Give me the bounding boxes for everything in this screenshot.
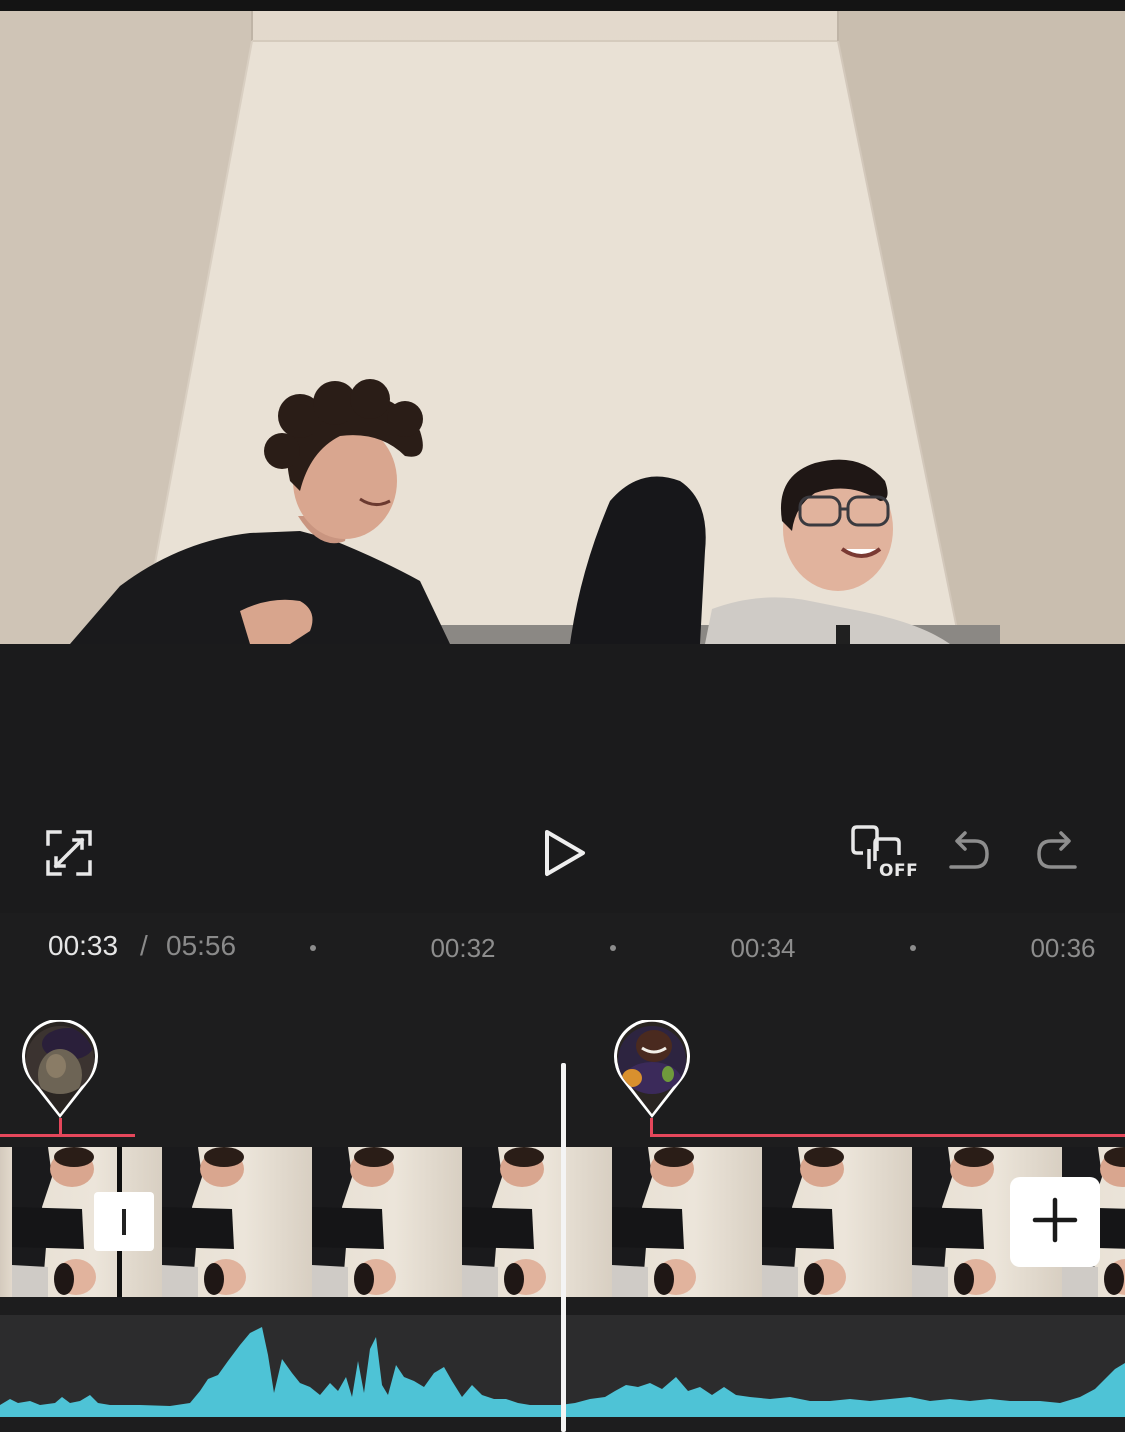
ruler-dot	[610, 945, 616, 951]
plus-icon	[1032, 1197, 1078, 1248]
redo-button[interactable]	[1028, 820, 1088, 886]
transition-button[interactable]	[94, 1192, 154, 1251]
undo-icon	[945, 831, 991, 875]
ruler-tick-label: 00:34	[730, 933, 796, 963]
keyframe-off-icon: OFF	[845, 823, 919, 883]
overlay-clip-range	[0, 1134, 135, 1137]
keyframe-off-label: OFF	[879, 861, 919, 881]
ruler-tick-label: 00:36	[1030, 933, 1096, 963]
keyframe-off-button[interactable]: OFF	[838, 820, 922, 886]
video-frame-thumbnail	[0, 1147, 12, 1297]
total-time: 05:56	[166, 930, 237, 961]
play-icon	[543, 828, 587, 878]
overlay-clip-marker[interactable]	[20, 1018, 100, 1120]
current-time: 00:33	[48, 930, 119, 961]
overlay-clip-marker[interactable]	[612, 1018, 692, 1120]
fullscreen-button[interactable]	[38, 822, 100, 884]
video-frame-thumbnail	[162, 1147, 312, 1297]
status-bar-strip	[0, 0, 1125, 11]
overlay-clip-range-tick	[59, 1118, 62, 1136]
time-separator: /	[140, 930, 148, 961]
play-button[interactable]	[530, 820, 600, 886]
video-frame-image	[0, 11, 1125, 644]
video-frame-thumbnail	[612, 1147, 762, 1297]
video-preview[interactable]	[0, 11, 1125, 644]
add-clip-button[interactable]	[1010, 1177, 1100, 1267]
overlay-clip-range-tick	[650, 1118, 653, 1136]
transition-icon	[122, 1208, 126, 1235]
video-frame-thumbnail	[762, 1147, 912, 1297]
video-frame-thumbnail	[462, 1147, 612, 1297]
undo-button[interactable]	[938, 820, 998, 886]
playhead[interactable]	[561, 1063, 566, 1432]
overlay-clip-range	[650, 1134, 1125, 1137]
ruler-dot	[910, 945, 916, 951]
redo-icon	[1035, 831, 1081, 875]
ruler-tick-label: 00:32	[430, 933, 496, 963]
fullscreen-icon	[46, 830, 92, 876]
ruler-dot	[310, 945, 316, 951]
video-frame-thumbnail	[312, 1147, 462, 1297]
